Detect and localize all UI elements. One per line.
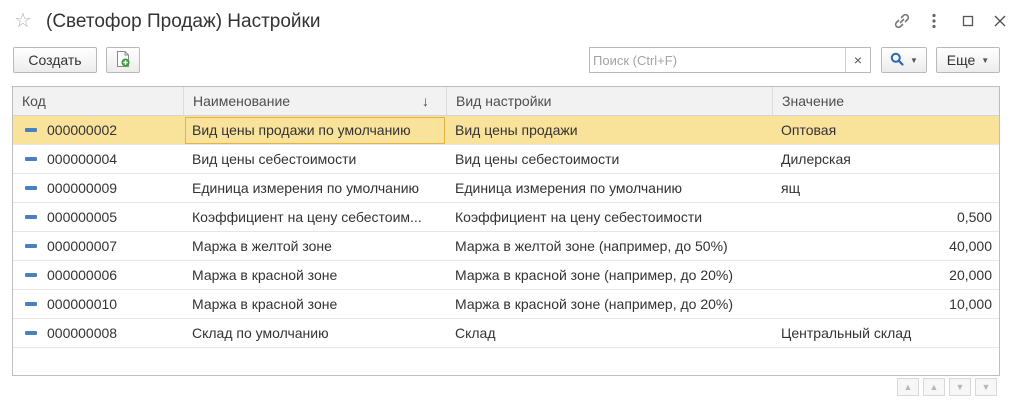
cell-type: Вид цены продажи — [455, 122, 578, 138]
more-vertical-icon[interactable] — [924, 11, 944, 31]
sort-descending-icon: ↓ — [422, 93, 429, 109]
cell-name: Коэффициент на цену себестоим... — [192, 209, 422, 225]
element-icon — [25, 186, 37, 190]
element-icon — [25, 244, 37, 248]
settings-table: Код Наименование ↓ Вид настройки Значени… — [12, 86, 1000, 376]
cell-name: Единица измерения по умолчанию — [192, 180, 420, 196]
cell-code: 000000002 — [47, 122, 118, 138]
element-icon — [25, 302, 37, 306]
cell-code: 000000004 — [47, 151, 118, 167]
copy-create-button[interactable] — [106, 47, 140, 73]
table-row[interactable]: 000000004 Вид цены себестоимости Вид цены … — [13, 145, 999, 174]
window-title: (Светофор Продаж) Настройки — [46, 11, 321, 32]
search-box: × — [589, 47, 871, 73]
column-header-code[interactable]: Код — [13, 87, 183, 115]
chevron-up-icon: ▲ — [929, 382, 939, 392]
table-header: Код Наименование ↓ Вид настройки Значени… — [13, 87, 999, 116]
element-icon — [25, 128, 37, 132]
cell-code: 000000007 — [47, 238, 118, 254]
cell-type: Маржа в красной зоне (например, до 20%) — [455, 296, 734, 312]
scroll-to-bottom-button[interactable]: ▼ — [975, 378, 997, 396]
scroll-down-button[interactable]: ▼ — [949, 378, 971, 396]
cell-value: 10,000 — [949, 296, 992, 312]
more-button[interactable]: Еще ▼ — [936, 47, 1000, 73]
close-icon[interactable] — [990, 11, 1010, 31]
cell-type: Склад — [455, 325, 496, 341]
column-header-type[interactable]: Вид настройки — [446, 87, 772, 115]
scroll-up-button[interactable]: ▲ — [923, 378, 945, 396]
table-row[interactable]: 000000005 Коэффициент на цену себестоим..… — [13, 203, 999, 232]
cell-type: Коэффициент на цену себестоимости — [455, 209, 703, 225]
cell-type: Вид цены себестоимости — [455, 151, 620, 167]
column-header-name[interactable]: Наименование — [183, 87, 446, 115]
cell-name: Вид цены продажи по умолчанию — [192, 122, 411, 138]
maximize-icon[interactable] — [958, 11, 978, 31]
cell-code: 000000006 — [47, 267, 118, 283]
table-row[interactable]: 000000010 Маржа в красной зоне Маржа в кра… — [13, 290, 999, 319]
search-input[interactable] — [590, 48, 849, 72]
last-page-icon: ▼ — [981, 382, 991, 392]
element-icon — [25, 215, 37, 219]
cell-code: 000000010 — [47, 296, 118, 312]
table-row[interactable]: 000000008 Склад по умолчанию Склад Централь… — [13, 319, 999, 348]
chevron-down-icon: ▼ — [910, 55, 918, 65]
link-icon[interactable] — [892, 11, 912, 31]
cell-value: 0,500 — [956, 209, 992, 225]
search-button[interactable]: ▼ — [881, 47, 927, 73]
column-header-value[interactable]: Значение — [772, 87, 999, 115]
cell-value: 20,000 — [949, 267, 992, 283]
cell-value: Оптовая — [781, 122, 837, 138]
cell-name: Вид цены себестоимости — [192, 151, 357, 167]
table-row[interactable]: 000000002 Вид цены продажи по умолчанию Ви… — [13, 116, 999, 145]
more-button-label: Еще — [946, 52, 976, 68]
scroll-to-top-button[interactable]: ▲ — [897, 378, 919, 396]
cell-name: Маржа в красной зоне — [192, 267, 338, 283]
cell-code: 000000008 — [47, 325, 118, 341]
cell-value: Центральный склад — [781, 325, 912, 341]
chevron-down-icon: ▼ — [955, 382, 965, 392]
cell-code: 000000009 — [47, 180, 118, 196]
cell-type: Маржа в красной зоне (например, до 20%) — [455, 267, 734, 283]
cell-value: ящ — [781, 180, 801, 196]
cell-type: Маржа в желтой зоне (например, до 50%) — [455, 238, 728, 254]
cell-name: Маржа в желтой зоне — [192, 238, 332, 254]
cell-name: Маржа в красной зоне — [192, 296, 338, 312]
cell-code: 000000005 — [47, 209, 118, 225]
element-icon — [25, 157, 37, 161]
table-row[interactable]: 000000006 Маржа в красной зоне Маржа в кра… — [13, 261, 999, 290]
clear-search-button[interactable]: × — [845, 48, 870, 72]
element-icon — [25, 273, 37, 277]
cell-type: Единица измерения по умолчанию — [455, 180, 683, 196]
table-row[interactable]: 000000007 Маржа в желтой зоне Маржа в желт… — [13, 232, 999, 261]
table-row[interactable]: 000000009 Единица измерения по умолчанию Е… — [13, 174, 999, 203]
star-icon[interactable]: ☆ — [14, 9, 32, 33]
element-icon — [25, 331, 37, 335]
chevron-down-icon: ▼ — [981, 55, 990, 65]
cell-name: Склад по умолчанию — [192, 325, 329, 341]
title-bar: ☆ (Светофор Продаж) Настройки — [0, 0, 1023, 44]
cell-value: 40,000 — [949, 238, 992, 254]
first-page-icon: ▲ — [903, 382, 913, 392]
cell-value: Дилерская — [781, 151, 851, 167]
search-icon — [890, 52, 904, 69]
document-add-icon — [115, 50, 131, 71]
create-button[interactable]: Создать — [13, 47, 97, 73]
